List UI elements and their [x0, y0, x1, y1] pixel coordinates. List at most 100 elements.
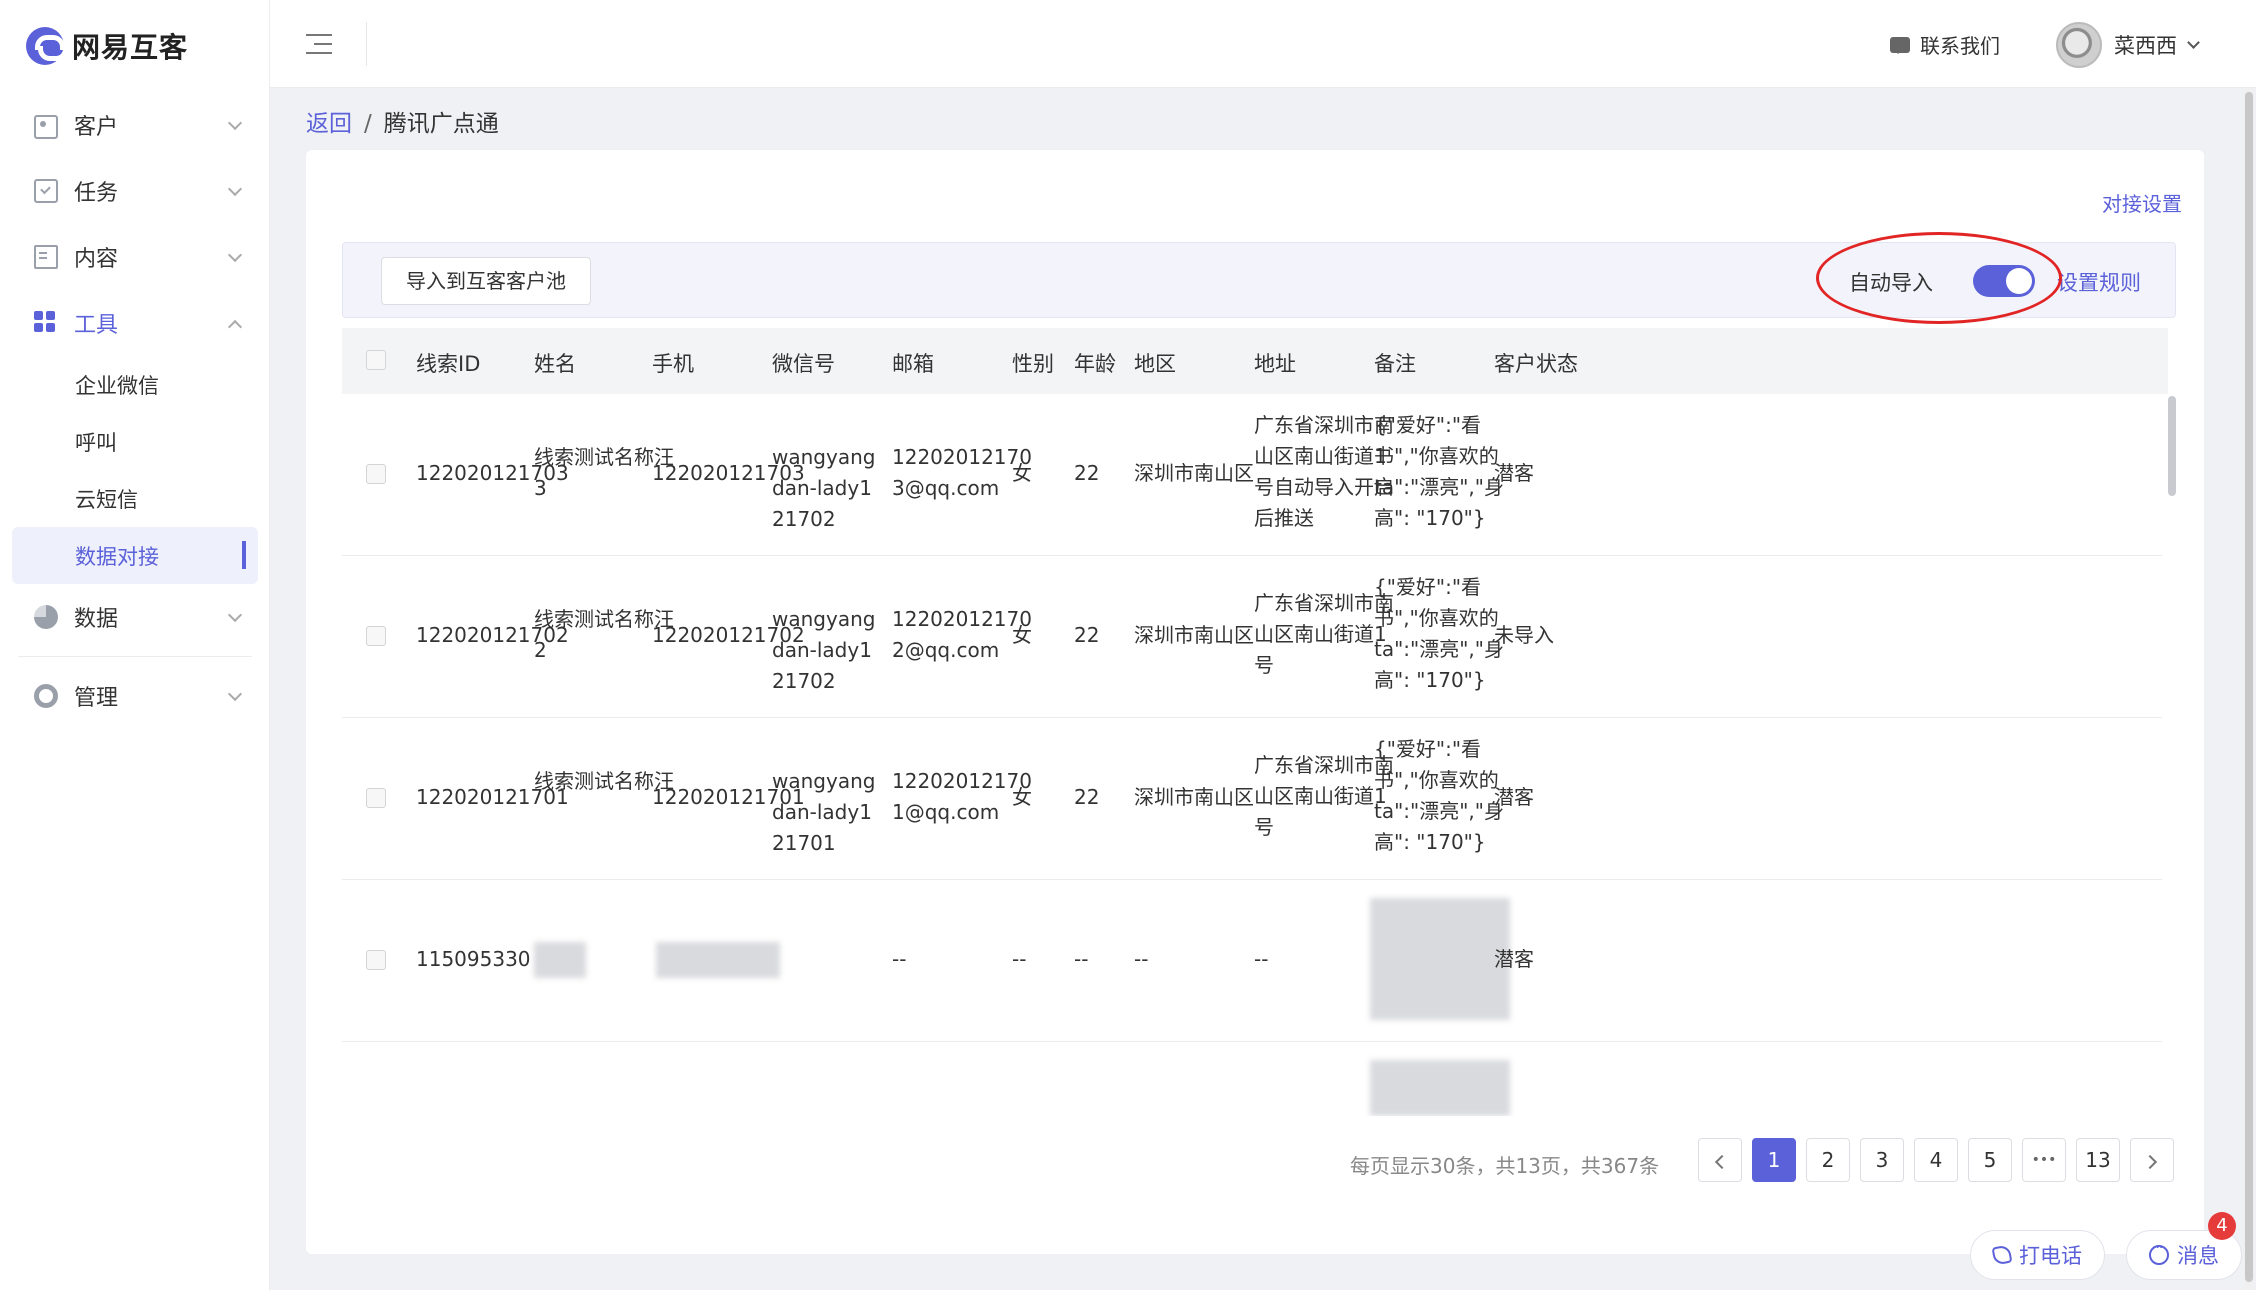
table-row[interactable] — [342, 1042, 2162, 1116]
cell-region: -- — [1134, 947, 1149, 971]
sidebar-item-tasks[interactable]: 任务 — [0, 158, 270, 224]
page-button-2[interactable]: 2 — [1806, 1138, 1850, 1182]
contact-us-link[interactable]: 联系我们 — [1890, 30, 2000, 59]
col-wechat: 微信号 — [772, 352, 835, 376]
sidebar-item-content[interactable]: 内容 — [0, 224, 270, 290]
redacted-note — [1370, 1060, 1510, 1116]
chevron-down-icon — [227, 686, 243, 702]
leads-table: 线索ID 姓名 手机 微信号 邮箱 性别 年龄 地区 地址 备注 客户状态 12… — [342, 328, 2168, 1116]
sidebar-item-label: 客户 — [74, 115, 119, 140]
sidebar-item-label: 管理 — [74, 686, 119, 711]
page-ellipsis[interactable]: ••• — [2022, 1138, 2066, 1182]
sidebar-subitem-sms[interactable]: 云短信 — [0, 470, 270, 527]
brand-logo[interactable]: 网易互客 — [26, 26, 188, 66]
col-region: 地区 — [1134, 352, 1176, 376]
next-page-button[interactable] — [2130, 1138, 2174, 1182]
cell-age: -- — [1074, 947, 1089, 971]
cell-age: 22 — [1074, 623, 1100, 647]
integration-settings-link[interactable]: 对接设置 — [2102, 188, 2182, 217]
page-button-1[interactable]: 1 — [1752, 1138, 1796, 1182]
breadcrumb-current: 腾讯广点通 — [383, 111, 499, 137]
avatar — [2056, 22, 2102, 68]
cell-gender: 女 — [1012, 785, 1032, 809]
contact-card-icon — [34, 114, 58, 139]
cell-age: 22 — [1074, 461, 1100, 485]
select-all-checkbox[interactable] — [366, 350, 386, 370]
chevron-left-icon — [1714, 1154, 1730, 1170]
sidebar-subitem-call[interactable]: 呼叫 — [0, 413, 270, 470]
sidebar-item-label: 工具 — [74, 313, 119, 338]
table-row[interactable]: 115095330 -- -- -- -- -- 潜客 — [342, 880, 2162, 1042]
page-button-5[interactable]: 5 — [1968, 1138, 2012, 1182]
cell-status: 潜客 — [1494, 947, 1534, 971]
call-button[interactable]: 打电话 — [1970, 1230, 2105, 1280]
set-rules-link[interactable]: 设置规则 — [2057, 267, 2141, 297]
cell-status: 未导入 — [1494, 623, 1554, 647]
page-button-4[interactable]: 4 — [1914, 1138, 1958, 1182]
cell-age: 22 — [1074, 785, 1100, 809]
redacted-name — [534, 942, 586, 978]
redacted-phone — [656, 942, 780, 978]
col-status: 客户状态 — [1494, 352, 1578, 376]
document-icon — [34, 245, 58, 269]
sidebar-divider — [18, 656, 252, 657]
sidebar-item-label: 任务 — [74, 181, 119, 206]
page-button-3[interactable]: 3 — [1860, 1138, 1904, 1182]
table-row[interactable]: 122020121703 线索测试名称汪3 122020121703 wangy… — [342, 394, 2162, 556]
chevron-down-icon — [227, 115, 243, 131]
grid-icon — [34, 311, 58, 335]
table-row[interactable]: 122020121702 线索测试名称汪2 122020121702 wangy… — [342, 556, 2162, 718]
sidebar-item-customers[interactable]: 客户 — [0, 92, 270, 158]
user-name: 菜西西 — [2114, 34, 2177, 58]
chat-icon — [1890, 36, 1910, 54]
header-divider — [366, 22, 367, 66]
cell-email: -- — [892, 947, 907, 971]
cell-wechat: wangyangdan-lady121701 — [772, 769, 876, 855]
phone-icon — [1991, 1244, 2013, 1266]
chevron-down-icon — [227, 247, 243, 263]
table-header: 线索ID 姓名 手机 微信号 邮箱 性别 年龄 地区 地址 备注 客户状态 — [342, 328, 2168, 394]
cell-region: 深圳市南山区 — [1134, 785, 1254, 809]
row-checkbox[interactable] — [366, 950, 386, 970]
redacted-note — [1370, 898, 1510, 1020]
cell-gender: 女 — [1012, 461, 1032, 485]
cell-status: 潜客 — [1494, 785, 1534, 809]
highlight-annotation-ring — [1816, 232, 2062, 324]
row-checkbox[interactable] — [366, 464, 386, 484]
col-phone: 手机 — [652, 352, 694, 376]
back-link[interactable]: 返回 — [306, 111, 352, 137]
sidebar: 网易互客 客户 任务 内容 工具 企业微信 呼叫 云短信 数据对接 数据 管理 — [0, 0, 270, 1290]
top-header: 联系我们 菜西西 — [270, 0, 2256, 88]
sidebar-subitem-data-integration[interactable]: 数据对接 — [12, 527, 258, 584]
chevron-down-icon — [227, 181, 243, 197]
sidebar-item-tools[interactable]: 工具 — [0, 290, 270, 356]
task-icon — [34, 179, 58, 203]
page-button-13[interactable]: 13 — [2076, 1138, 2120, 1182]
prev-page-button[interactable] — [1698, 1138, 1742, 1182]
cell-lead-id: 115095330 — [416, 947, 531, 971]
cell-wechat: wangyangdan-lady121702 — [772, 607, 876, 693]
chevron-up-icon — [227, 319, 243, 335]
table-scrollbar[interactable] — [2168, 396, 2176, 496]
row-checkbox[interactable] — [366, 626, 386, 646]
chevron-right-icon — [2142, 1154, 2158, 1170]
call-label: 打电话 — [2019, 1244, 2082, 1268]
user-menu[interactable]: 菜西西 — [2056, 22, 2200, 68]
col-address: 地址 — [1254, 352, 1296, 376]
table-row[interactable]: 122020121701 线索测试名称汪 122020121701 wangya… — [342, 718, 2162, 880]
sidebar-item-label: 内容 — [74, 247, 119, 272]
contact-us-label: 联系我们 — [1920, 34, 2000, 58]
logo-icon — [26, 27, 65, 65]
import-to-pool-button[interactable]: 导入到互客客户池 — [381, 257, 591, 305]
row-checkbox[interactable] — [366, 788, 386, 808]
sidebar-item-admin[interactable]: 管理 — [0, 663, 270, 729]
sidebar-subitem-wecom[interactable]: 企业微信 — [0, 356, 270, 413]
page-scrollbar[interactable] — [2245, 92, 2253, 1282]
col-note: 备注 — [1374, 352, 1416, 376]
cell-region: 深圳市南山区 — [1134, 623, 1254, 647]
chevron-down-icon — [2187, 35, 2200, 49]
sidebar-item-data[interactable]: 数据 — [0, 584, 270, 650]
col-lead-id: 线索ID — [416, 352, 481, 376]
collapse-menu-icon[interactable] — [306, 34, 332, 54]
message-count-badge: 4 — [2208, 1212, 2236, 1240]
